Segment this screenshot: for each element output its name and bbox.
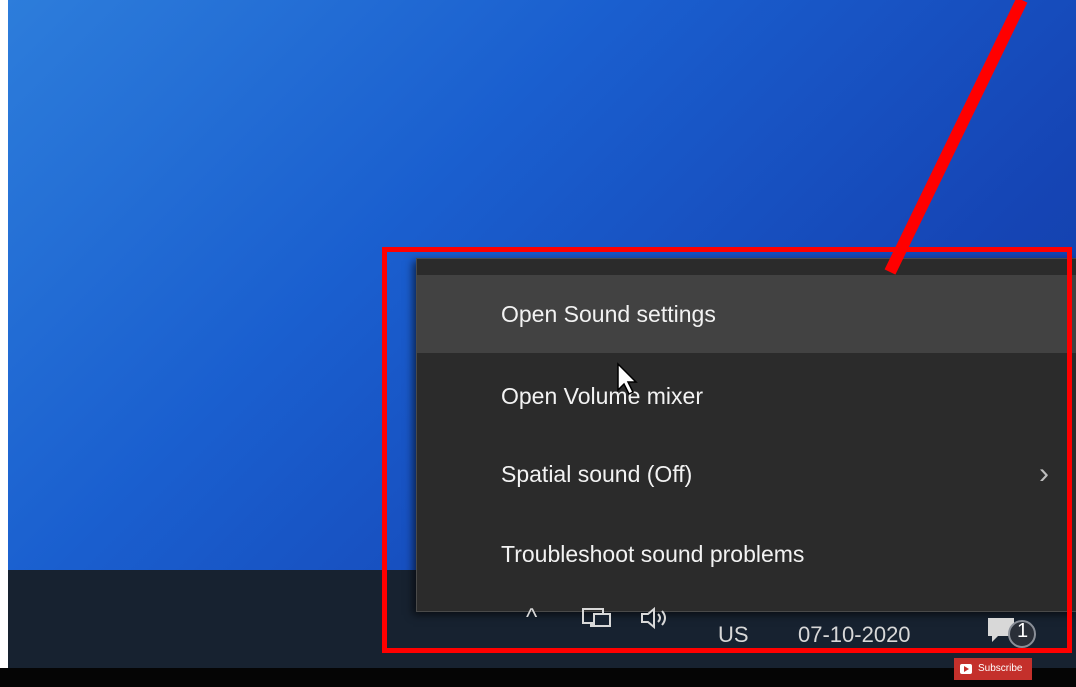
network-icon-graphic — [582, 608, 611, 627]
menu-item-spatial-sound[interactable]: Spatial sound (Off) › — [417, 435, 1076, 513]
taskbar-date[interactable]: 07-10-2020 — [798, 622, 911, 648]
subscribe-label: Subscribe — [978, 663, 1023, 674]
notification-bubble-icon — [988, 618, 1036, 648]
menu-item-label: Spatial sound (Off) — [501, 461, 693, 487]
speaker-icon-graphic — [641, 606, 666, 630]
menu-item-label: Troubleshoot sound problems — [501, 541, 805, 567]
subscribe-button[interactable]: Subscribe — [954, 658, 1032, 680]
network-icon[interactable] — [582, 606, 612, 636]
video-letterbox — [0, 668, 1076, 687]
show-hidden-icons-caret[interactable]: ^ — [526, 604, 537, 632]
menu-item-open-sound-settings[interactable]: Open Sound settings — [417, 275, 1076, 353]
youtube-play-icon — [960, 664, 972, 674]
notification-count: 1 — [1017, 620, 1029, 642]
input-language[interactable]: US — [718, 622, 749, 648]
menu-item-open-volume-mixer[interactable]: Open Volume mixer — [417, 357, 1076, 435]
sound-context-menu: Open Sound settings Open Volume mixer Sp… — [416, 258, 1076, 612]
menu-item-troubleshoot-sound[interactable]: Troubleshoot sound problems — [417, 515, 1076, 593]
speaker-icon[interactable] — [640, 606, 674, 636]
notification-center[interactable]: 1 — [984, 614, 1044, 656]
menu-item-label: Open Sound settings — [501, 301, 716, 327]
chevron-right-icon: › — [1039, 457, 1049, 490]
menu-item-label: Open Volume mixer — [501, 383, 703, 409]
mouse-cursor-icon — [617, 362, 638, 396]
